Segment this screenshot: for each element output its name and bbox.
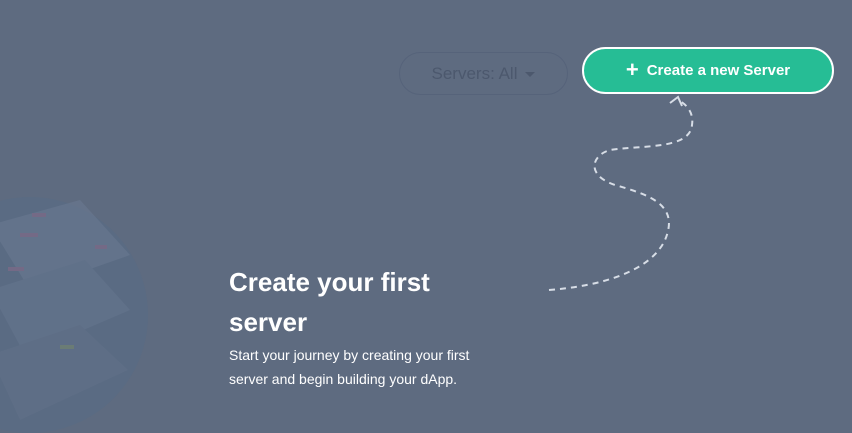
servers-filter-label: Servers: All: [431, 63, 518, 83]
caret-down-icon: [525, 72, 536, 77]
plus-icon: +: [625, 56, 639, 82]
empty-state-description: Start your journey by creating your firs…: [229, 347, 470, 387]
create-server-button[interactable]: + Create a new Server: [582, 47, 834, 94]
servers-filter-dropdown[interactable]: Servers: All: [399, 52, 568, 95]
empty-state-title: Create your first server: [229, 267, 430, 337]
create-server-label: Create a new Server: [646, 62, 791, 79]
